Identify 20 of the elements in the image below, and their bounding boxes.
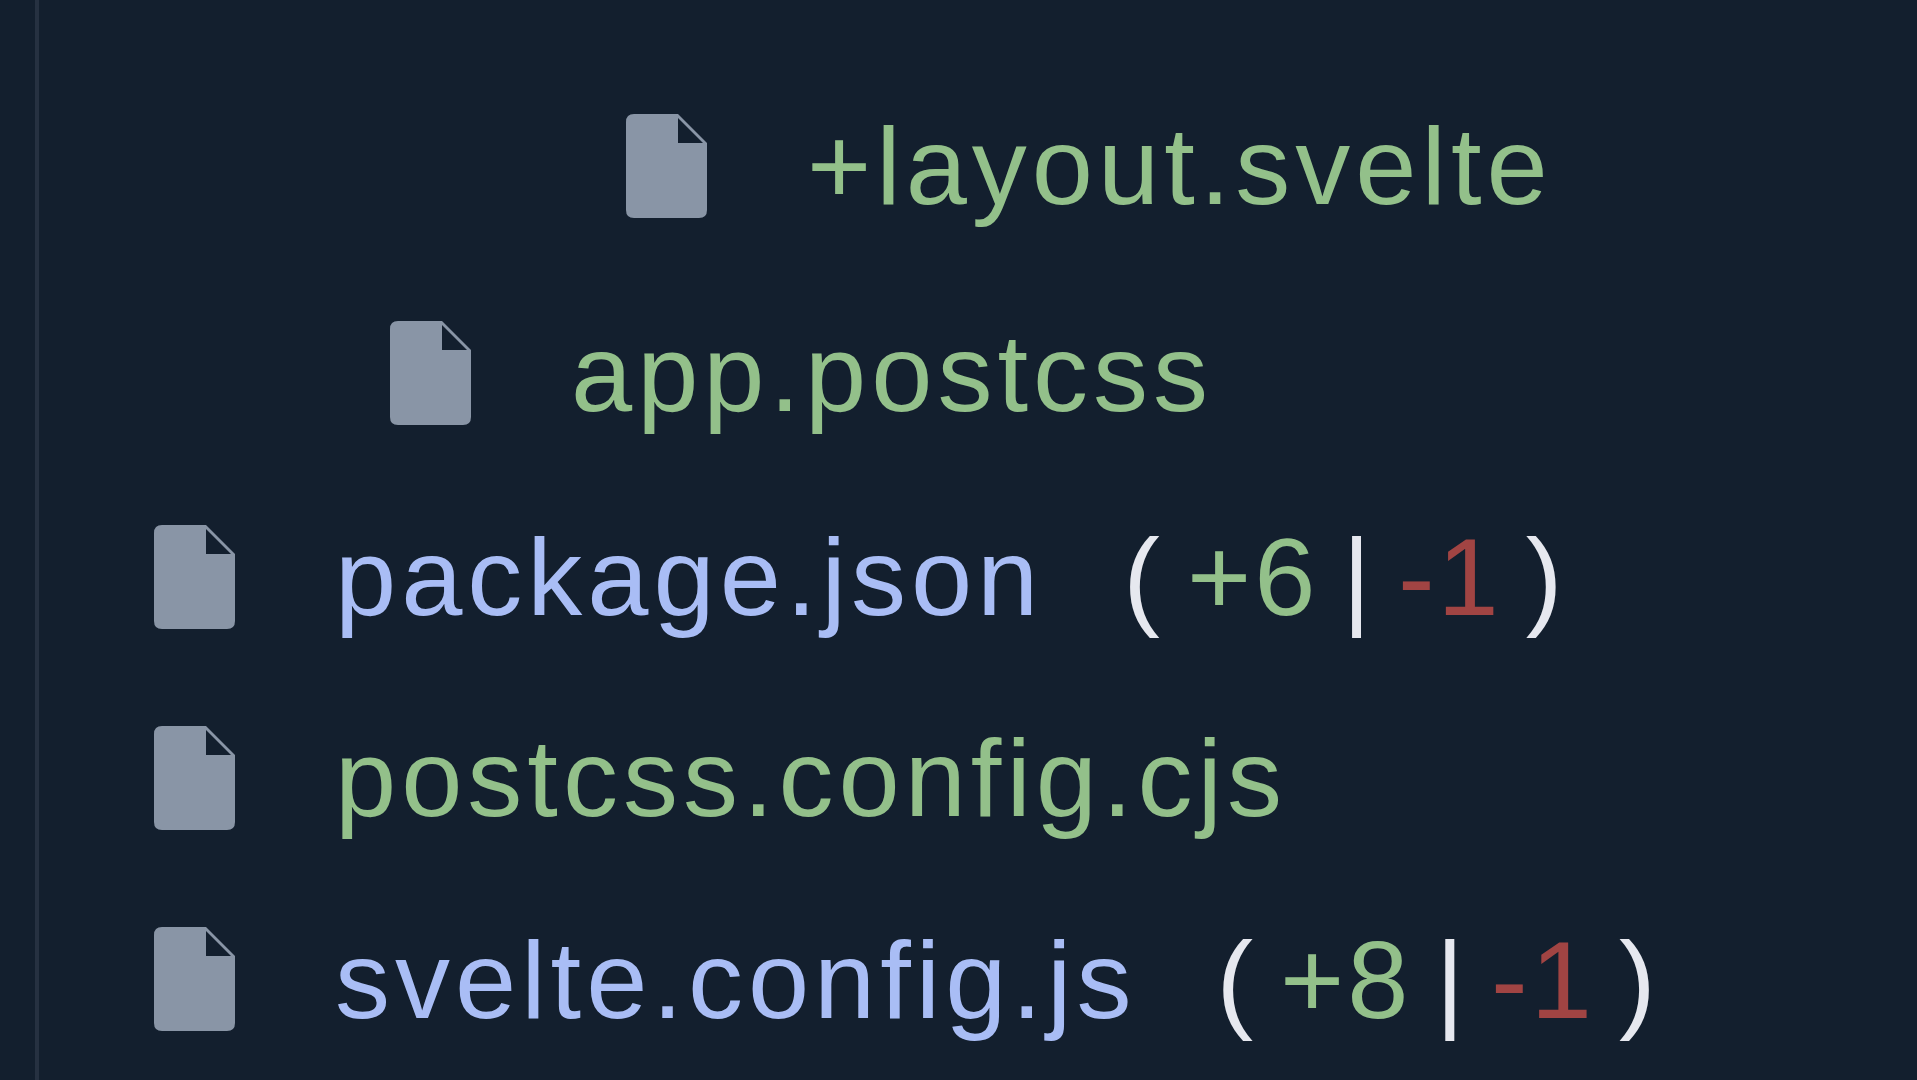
paren: )	[1618, 916, 1659, 1043]
paren: (	[1123, 514, 1163, 641]
file-icon	[154, 726, 235, 830]
file-name[interactable]: package.json	[335, 505, 1044, 649]
file-name[interactable]: postcss.config.cjs	[335, 706, 1287, 850]
file-name[interactable]: svelte.config.js	[335, 907, 1137, 1051]
removed-count: -1	[1491, 916, 1595, 1043]
file-name[interactable]: app.postcss	[571, 301, 1213, 444]
added-count: +6	[1186, 514, 1319, 641]
paren: )	[1525, 514, 1566, 641]
removed-count: -1	[1397, 514, 1502, 641]
added-count: +8	[1280, 916, 1412, 1043]
separator: |	[1342, 514, 1374, 641]
file-icon	[154, 524, 235, 629]
file-icon	[154, 927, 235, 1032]
file-name[interactable]: +layout.svelte	[807, 94, 1553, 237]
file-icon	[626, 113, 707, 218]
separator: |	[1435, 916, 1468, 1043]
file-icon	[390, 320, 471, 425]
paren: (	[1216, 916, 1257, 1043]
